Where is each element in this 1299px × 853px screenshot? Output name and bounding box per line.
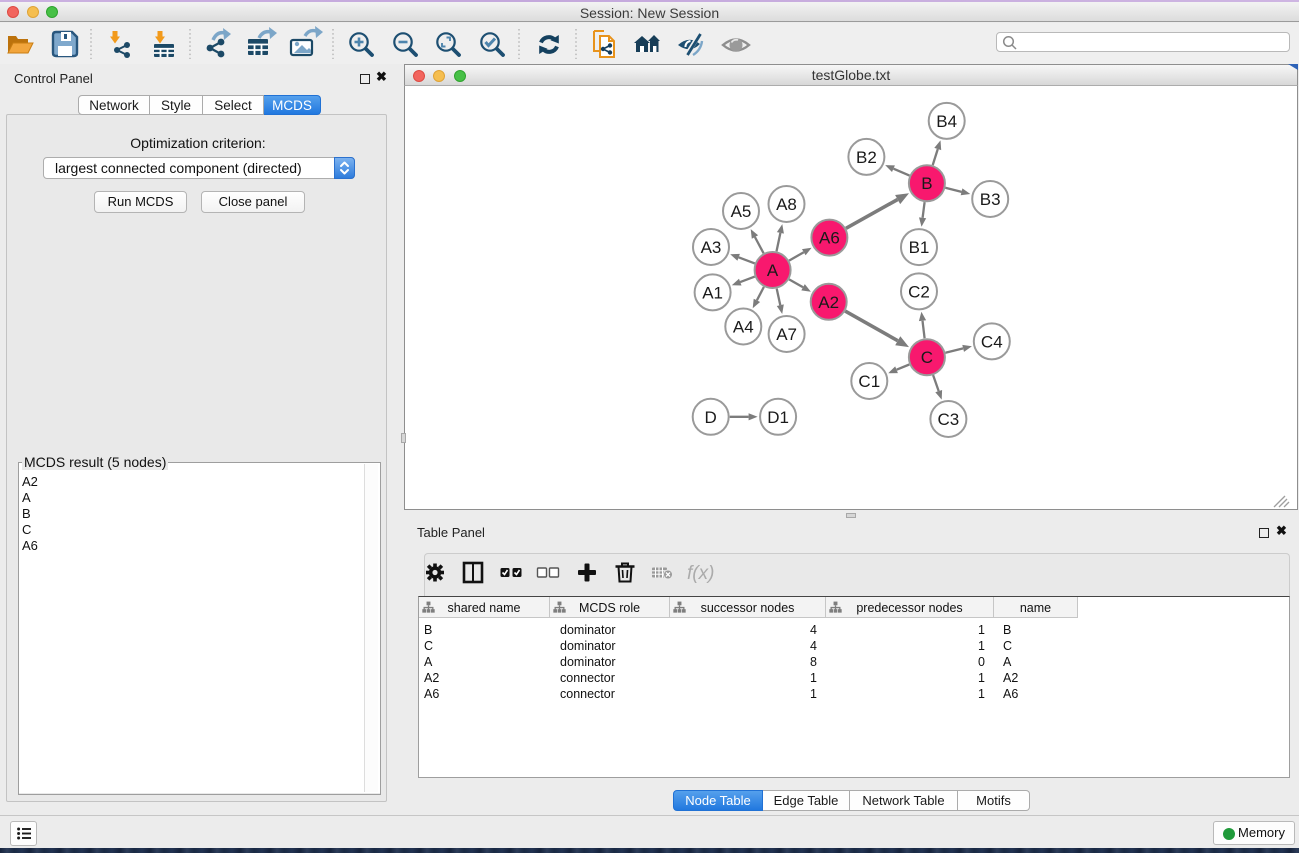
svg-text:A3: A3	[701, 238, 722, 257]
svg-text:A4: A4	[733, 318, 754, 337]
svg-text:C3: C3	[938, 410, 960, 429]
svg-text:B2: B2	[856, 148, 877, 167]
svg-text:C: C	[921, 348, 933, 367]
svg-text:D: D	[705, 408, 717, 427]
svg-text:C1: C1	[858, 372, 880, 391]
svg-text:A8: A8	[776, 195, 797, 214]
svg-text:A5: A5	[731, 202, 752, 221]
svg-text:B3: B3	[980, 190, 1001, 209]
svg-text:A1: A1	[702, 283, 723, 302]
svg-text:f(x): f(x)	[687, 563, 714, 584]
svg-text:C2: C2	[908, 282, 930, 301]
svg-text:B4: B4	[936, 112, 957, 131]
svg-text:A7: A7	[776, 325, 797, 344]
svg-text:B: B	[921, 174, 932, 193]
svg-text:A: A	[767, 261, 779, 280]
svg-text:D1: D1	[767, 408, 789, 427]
svg-text:A6: A6	[819, 229, 840, 248]
svg-text:B1: B1	[909, 238, 930, 257]
svg-text:A2: A2	[818, 293, 839, 312]
svg-text:C4: C4	[981, 332, 1003, 351]
